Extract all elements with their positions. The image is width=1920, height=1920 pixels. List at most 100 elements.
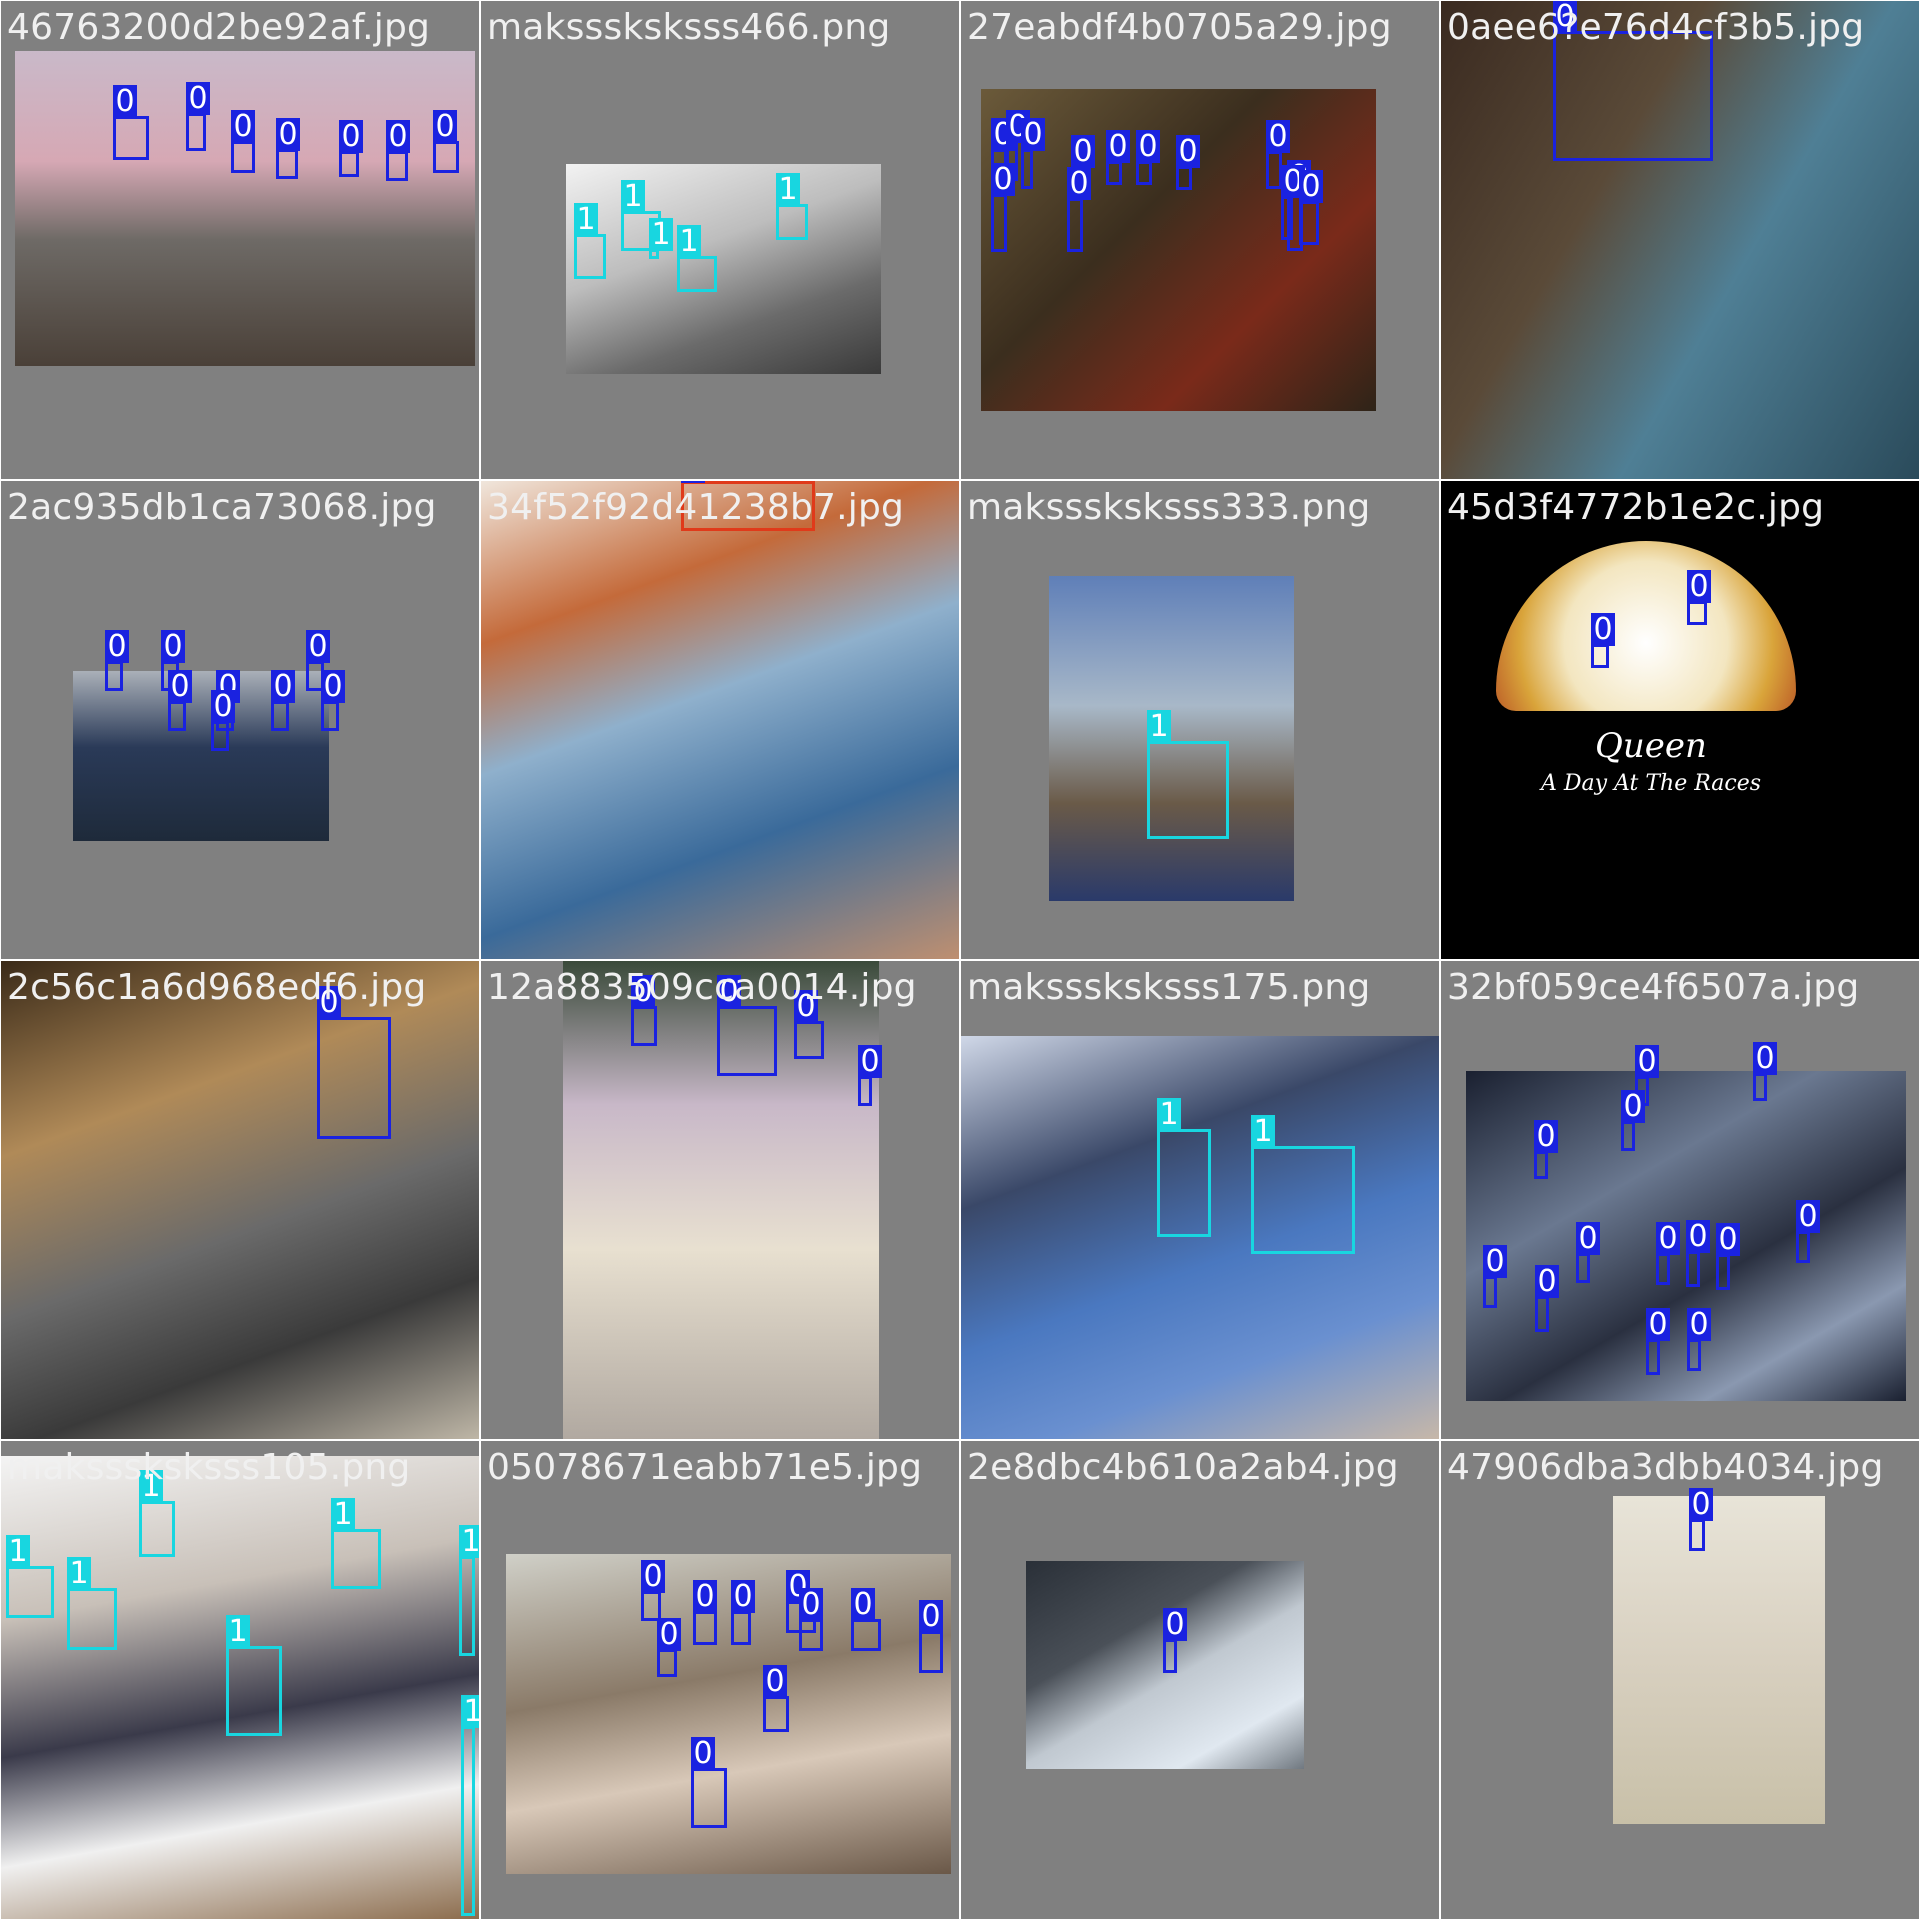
image-tile: 05078671eabb71e5.jpg 0 0 0 0 0 0 0 0 0 0 xyxy=(481,1441,959,1919)
class-label: 0 xyxy=(211,690,235,724)
class-label: 1 xyxy=(459,1525,479,1559)
class-label: 0 xyxy=(1656,1222,1680,1256)
bounding-box: 0 xyxy=(1687,570,1711,625)
class-label: 1 xyxy=(67,1557,91,1591)
class-label: 0 xyxy=(1576,1222,1600,1256)
bounding-box: 0 xyxy=(1136,130,1160,185)
bounding-box: 1 xyxy=(6,1535,54,1618)
bounding-box: 0 xyxy=(1106,130,1130,185)
photo xyxy=(481,481,959,959)
image-filename: 32bf059ce4f6507a.jpg xyxy=(1447,967,1860,1008)
bounding-box: 0 xyxy=(321,670,345,731)
image-filename: maksssksksss175.png xyxy=(967,967,1371,1008)
bounding-box: 0 xyxy=(1689,1488,1713,1551)
bounding-box: 1 xyxy=(1147,710,1229,839)
bounding-box: 0 xyxy=(276,118,300,179)
image-tile: 2c56c1a6d968edf6.jpg 0 xyxy=(1,961,479,1439)
bounding-box: 0 xyxy=(1576,1222,1600,1283)
class-label: 0 xyxy=(306,630,330,664)
bounding-box: 1 xyxy=(67,1557,117,1650)
image-filename: maksssksksss105.png xyxy=(7,1447,411,1488)
bounding-box: 0 xyxy=(1067,167,1091,252)
photo xyxy=(961,1036,1439,1439)
class-label: 0 xyxy=(1136,130,1160,164)
class-label: 0 xyxy=(1535,1265,1559,1299)
image-filename: 0aee6?e76d4cf3b5.jpg xyxy=(1447,7,1865,48)
bounding-box: 0 xyxy=(657,1618,681,1677)
class-label: 0 xyxy=(693,1580,717,1614)
class-label: 0 xyxy=(161,630,185,664)
image-tile: 2e8dbc4b610a2ab4.jpg 0 xyxy=(961,1441,1439,1919)
image-tile: 0aee6?e76d4cf3b5.jpg 0 xyxy=(1441,1,1919,479)
album-band-name: Queen xyxy=(1595,726,1707,766)
bounding-box: 0 xyxy=(858,1045,882,1106)
class-label: 0 xyxy=(1716,1223,1740,1257)
photo xyxy=(1049,576,1294,901)
class-label: 1 xyxy=(677,225,701,259)
image-filename: maksssksksss333.png xyxy=(967,487,1371,528)
class-label: 0 xyxy=(1796,1200,1820,1234)
bounding-box: 1 xyxy=(649,218,673,259)
image-tile: 27eabdf4b0705a29.jpg0000000000000 xyxy=(961,1,1439,479)
class-label: 0 xyxy=(991,163,1015,197)
class-label: 0 xyxy=(1299,170,1323,204)
image-tile: maksssksksss105.png 1 1 1 1 1 1 1 xyxy=(1,1441,479,1919)
bounding-box: 0 xyxy=(717,975,777,1076)
photo xyxy=(15,51,475,366)
bounding-box: 0 xyxy=(271,670,295,731)
image-tile: 34f52f92d41238b7.jpg 0 xyxy=(481,481,959,959)
class-label: 0 xyxy=(271,670,295,704)
photo xyxy=(1,961,479,1439)
bounding-box: 0 xyxy=(317,986,391,1139)
image-tile: 46763200d2be92af.jpg 0 0 0 0 0 0 0 xyxy=(1,1,479,479)
image-filename: 34f52f92d41238b7.jpg xyxy=(487,487,905,528)
bounding-box: 0 xyxy=(763,1665,789,1732)
bounding-box: 1 xyxy=(461,1695,479,1916)
bounding-box: 0 xyxy=(1534,1120,1558,1179)
image-tile: maksssksksss333.png 1 xyxy=(961,481,1439,959)
image-filename: 45d3f4772b1e2c.jpg xyxy=(1447,487,1825,528)
bounding-box: 0 xyxy=(631,975,657,1046)
bounding-box: 1 xyxy=(776,173,808,240)
image-tile: 12a883509cca0014.jpg 0 0 0 0 xyxy=(481,961,959,1439)
album-title: A Day At The Races xyxy=(1540,771,1762,796)
image-filename: 46763200d2be92af.jpg xyxy=(7,7,431,48)
class-label: 0 xyxy=(731,1580,755,1614)
class-label: 0 xyxy=(1621,1090,1645,1124)
bounding-box: 0 xyxy=(1796,1200,1820,1263)
class-label: 0 xyxy=(276,118,300,152)
bounding-box: 0 xyxy=(1163,1608,1187,1673)
image-filename: 05078671eabb71e5.jpg xyxy=(487,1447,923,1488)
class-label: 1 xyxy=(1147,710,1171,744)
class-label: 0 xyxy=(168,670,192,704)
bounding-box: 1 xyxy=(677,225,717,292)
class-label: 0 xyxy=(681,481,705,484)
bounding-box: 0 xyxy=(105,630,129,691)
class-label: 0 xyxy=(1176,135,1200,169)
bounding-box: 0 xyxy=(168,670,192,731)
photo xyxy=(566,164,881,374)
class-label: 0 xyxy=(1646,1308,1670,1342)
bounding-box: 0 xyxy=(799,1588,823,1651)
class-label: 0 xyxy=(1687,570,1711,604)
class-label: 0 xyxy=(1071,135,1095,169)
bounding-box: 0 xyxy=(231,110,255,173)
class-label: 1 xyxy=(649,218,673,252)
bounding-box: 0 xyxy=(1591,613,1615,668)
bounding-box: 1 xyxy=(1251,1115,1355,1254)
class-label: 0 xyxy=(113,85,137,119)
image-filename: 2ac935db1ca73068.jpg xyxy=(7,487,437,528)
bounding-box: 0 xyxy=(113,85,149,160)
class-label: 0 xyxy=(851,1588,875,1622)
class-label: 0 xyxy=(799,1588,823,1622)
class-label: 0 xyxy=(763,1665,787,1699)
bounding-box: 0 xyxy=(339,120,363,177)
image-tile: 2ac935db1ca73068.jpg 0 0 0 0 0 0 0 0 xyxy=(1,481,479,959)
class-label: 1 xyxy=(621,180,645,214)
bounding-box: 0 xyxy=(991,163,1015,252)
class-label: 1 xyxy=(226,1615,250,1649)
bounding-box: 0 xyxy=(1716,1223,1740,1290)
class-label: 1 xyxy=(331,1498,355,1532)
bounding-box: 0 xyxy=(1281,165,1305,240)
bounding-box: 0 xyxy=(693,1580,717,1645)
